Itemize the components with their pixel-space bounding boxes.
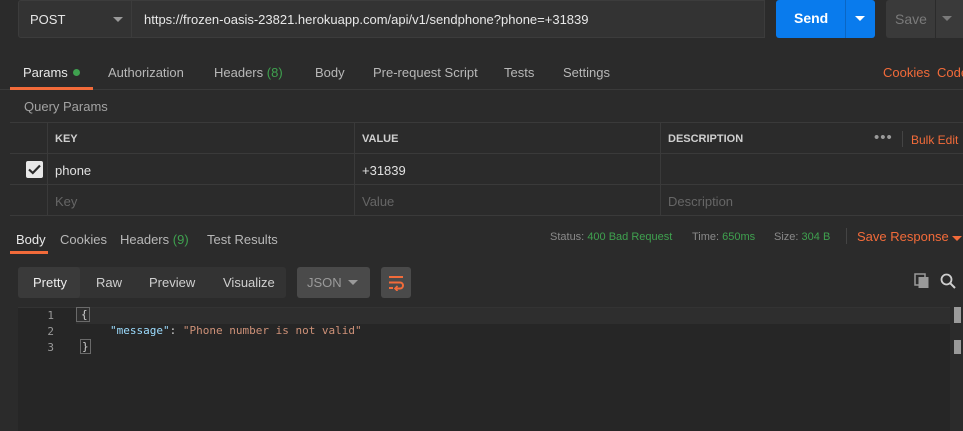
code-line: "message": "Phone number is not valid" [110,324,362,337]
url-input[interactable]: https://frozen-oasis-23821.herokuapp.com… [132,0,765,38]
status-info: Status: 400 Bad Request [550,231,672,243]
time-value: 650ms [722,231,756,243]
table-header: KEY VALUE DESCRIPTION ••• Bulk Edit [10,123,963,154]
status-label: Status: [550,231,585,243]
column-value: VALUE [354,123,660,153]
tab-settings[interactable]: Settings [563,65,610,80]
response-body-viewer[interactable]: 1 2 3 { "message": "Phone number is not … [18,307,950,431]
size-info: Size: 304 B [774,231,830,243]
param-description[interactable] [660,154,963,184]
description-placeholder-input[interactable]: Description [660,185,963,215]
tab-tests[interactable]: Tests [504,65,534,80]
time-label: Time: [692,231,720,243]
scrollbar-thumb[interactable] [954,307,961,323]
save-button[interactable]: Save [886,0,963,38]
format-label: JSON [307,275,342,290]
param-key[interactable]: phone [47,154,354,184]
tab-pre-request-script[interactable]: Pre-request Script [373,65,478,80]
params-active-dot [72,69,80,76]
mode-pretty[interactable]: Pretty [33,275,67,290]
chevron-down-icon [348,280,358,285]
wrap-lines-icon [389,276,404,291]
code-line: { [76,307,950,324]
line-number: 1 [47,309,54,322]
column-key: KEY [47,123,354,153]
chevron-down-icon[interactable] [942,16,952,21]
table-row: phone +31839 [10,154,963,185]
method-select[interactable]: POST [18,0,132,38]
tab-headers-label: Headers [214,65,264,80]
save-response-button[interactable]: Save Response [857,229,962,244]
line-number: 3 [47,341,54,354]
more-options-icon[interactable]: ••• [874,129,893,146]
size-label: Size: [774,231,799,243]
chevron-down-icon [113,17,123,22]
headers-count: (8) [266,65,283,80]
param-enabled-checkbox[interactable] [26,161,43,178]
key-placeholder-input[interactable]: Key [47,185,354,215]
tab-response-headers[interactable]: Headers (9) [120,232,189,247]
wrap-lines-button[interactable] [381,267,411,298]
tab-params[interactable]: Params [23,65,80,80]
format-select[interactable]: JSON [297,267,370,298]
param-value[interactable]: +31839 [354,154,660,184]
chevron-down-icon[interactable] [855,16,865,21]
tab-response-cookies[interactable]: Cookies [60,232,107,247]
json-key: "message" [110,324,170,337]
request-tabs: Params Authorization Headers (8) Body Pr… [0,52,963,90]
table-row-empty: Key Value Description [10,185,963,216]
save-divider [935,0,936,38]
send-divider [845,0,846,38]
request-bar: POST https://frozen-oasis-23821.herokuap… [0,0,963,40]
tab-authorization[interactable]: Authorization [108,65,184,80]
mode-visualize[interactable]: Visualize [223,275,275,290]
scrollbar-thumb[interactable] [954,340,961,354]
status-value: 400 Bad Request [587,231,673,243]
query-params-title: Query Params [24,99,108,114]
send-button[interactable]: Send [776,0,875,38]
code-link[interactable]: Code [937,65,963,80]
send-label: Send [794,10,829,26]
checkmark-icon [28,164,41,175]
tab-headers[interactable]: Headers (8) [214,65,283,80]
copy-icon[interactable] [914,273,930,289]
divider [902,131,903,147]
chevron-down-icon [952,236,962,241]
open-brace: { [76,307,90,322]
tab-response-body[interactable]: Body [16,232,46,247]
tab-params-label: Params [23,65,68,80]
line-number-gutter: 1 2 3 [18,308,68,431]
tab-test-results[interactable]: Test Results [207,232,278,247]
save-response-label: Save Response [857,229,949,244]
json-value: "Phone number is not valid" [182,324,362,337]
json-colon: : [169,324,183,337]
close-brace: } [80,339,91,354]
response-active-tab-indicator [10,251,48,254]
method-label: POST [30,12,66,27]
time-info: Time: 650ms [692,231,755,243]
divider [846,228,847,244]
active-tab-indicator [10,87,93,90]
cookies-link[interactable]: Cookies [883,65,930,80]
size-value: 304 B [801,231,831,243]
tab-response-headers-label: Headers [120,232,170,247]
view-mode-group: Pretty Raw Preview Visualize [18,267,286,298]
line-number: 2 [47,325,54,338]
query-params-table: KEY VALUE DESCRIPTION ••• Bulk Edit phon… [10,122,963,216]
save-label: Save [895,11,927,27]
response-headers-count: (9) [172,232,189,247]
mode-preview[interactable]: Preview [149,275,195,290]
bulk-edit-link[interactable]: Bulk Edit [911,133,958,147]
search-icon[interactable] [940,273,956,289]
tab-body[interactable]: Body [315,65,345,80]
code-line: } [80,339,91,354]
mode-raw[interactable]: Raw [96,275,122,290]
value-placeholder-input[interactable]: Value [354,185,660,215]
